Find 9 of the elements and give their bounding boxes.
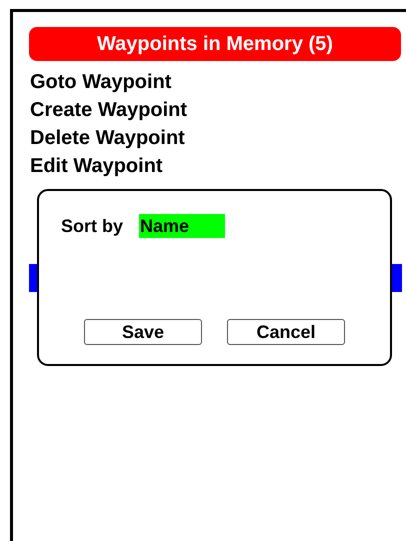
menu-item[interactable]: Delete Waypoint [29, 124, 402, 152]
sort-value-field[interactable]: Name [139, 214, 226, 238]
screen-title: Waypoints in Memory (5) [29, 27, 401, 61]
menu-item[interactable]: Create Waypoint [29, 96, 402, 124]
menu-item[interactable]: Edit Waypoint [29, 152, 402, 180]
save-button[interactable]: Save [84, 319, 202, 345]
sort-by-label: Sort by [61, 216, 124, 236]
menu-item[interactable]: Goto Waypoint [29, 68, 402, 96]
cancel-button[interactable]: Cancel [227, 319, 345, 345]
